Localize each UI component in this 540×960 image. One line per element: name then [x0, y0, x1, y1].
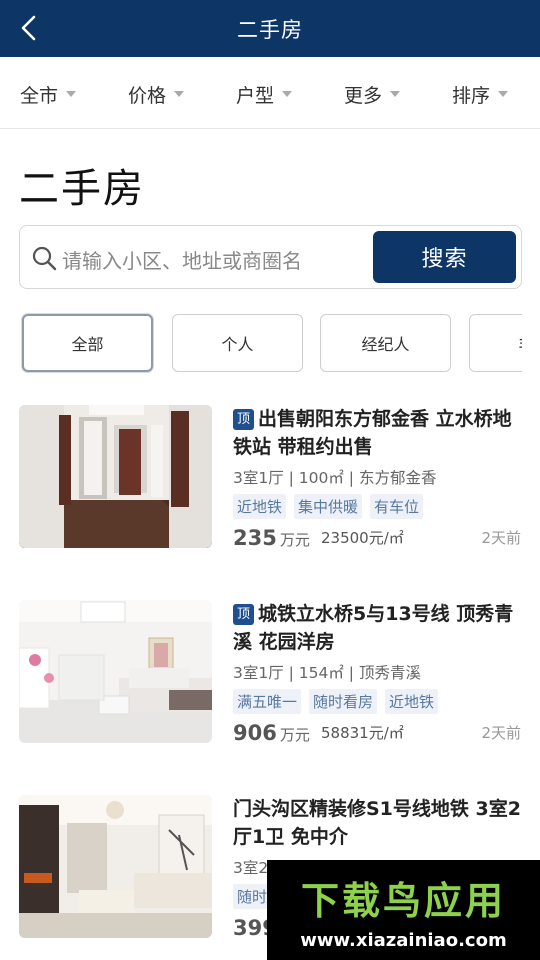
caret-down-icon [174, 91, 185, 97]
filter-label: 更多 [344, 84, 383, 107]
listing-unit-price: 58831元/㎡ [321, 724, 404, 742]
top-bar: 二手房 [0, 0, 540, 57]
top-badge: 顶 [233, 409, 254, 430]
listing-tag: 随时 [233, 884, 272, 909]
listing-price-row: 906 万元 58831元/㎡ 2天前 [233, 717, 521, 745]
filter-label: 排序 [452, 84, 491, 107]
listing-title-text: 城铁立水桥5与13号线 顶秀青溪 花园洋房 [233, 603, 514, 653]
caret-down-icon [498, 91, 509, 97]
listing-tag: 有车位 [370, 494, 424, 519]
chip-all[interactable]: 全部 [22, 314, 153, 372]
listing-title: 顶城铁立水桥5与13号线 顶秀青溪 花园洋房 [233, 600, 525, 656]
listing-price: 906 万元 [233, 721, 310, 745]
watermark-logo: 下载鸟应用 www.xiazainiao.com [267, 860, 540, 960]
filter-label: 全市 [20, 84, 59, 107]
listing-title-text: 出售朝阳东方郁金香 立水桥地铁站 带租约出售 [233, 408, 512, 458]
price-value: 235 [233, 526, 277, 550]
header-title: 二手房 [237, 18, 303, 42]
listing-title-text: 门头沟区精装修S1号线地铁 3室2厅1卫 免中介 [233, 798, 521, 848]
top-badge: 顶 [233, 604, 254, 625]
listing-tag: 随时看房 [309, 689, 378, 714]
caret-down-icon [390, 91, 401, 97]
search-input[interactable]: 请输入小区、地址或商圈名 [62, 245, 302, 274]
listing-unit-price: 23500元/㎡ [321, 529, 404, 547]
filter-price[interactable]: 价格 [128, 81, 185, 107]
listing-photo [19, 600, 212, 743]
listing-title: 顶出售朝阳东方郁金香 立水桥地铁站 带租约出售 [233, 405, 525, 461]
chip-agent[interactable]: 经纪人 [320, 314, 451, 372]
source-filter-chips: 全部 个人 经纪人 非中 [19, 312, 522, 374]
listing-price: 235 万元 [233, 526, 310, 550]
chip-non-agent[interactable]: 非中 [469, 314, 522, 372]
listing-tag: 集中供暖 [294, 494, 363, 519]
listing-price-row: 235 万元 23500元/㎡ 2天前 [233, 522, 521, 550]
price-value: 906 [233, 721, 277, 745]
filter-city[interactable]: 全市 [20, 81, 77, 107]
watermark-url: www.xiazainiao.com [300, 930, 507, 951]
listing-tags: 近地铁 集中供暖 有车位 [233, 494, 525, 519]
filter-sort[interactable]: 排序 [452, 81, 509, 107]
price-unit: 万元 [279, 531, 310, 549]
listing-tag: 近地铁 [233, 494, 287, 519]
listing-meta: 3室1厅 | 154㎡ | 顶秀青溪 [233, 664, 421, 682]
filter-label: 价格 [128, 84, 167, 107]
listing-tag: 近地铁 [385, 689, 439, 714]
listing-photo [19, 795, 212, 938]
listing-item[interactable]: 顶出售朝阳东方郁金香 立水桥地铁站 带租约出售 3室1厅 | 100㎡ | 东方… [19, 405, 522, 550]
filter-layout[interactable]: 户型 [236, 81, 293, 107]
listing-title: 门头沟区精装修S1号线地铁 3室2厅1卫 免中介 [233, 795, 525, 851]
caret-down-icon [66, 91, 77, 97]
listing-meta: 3室1厅 | 100㎡ | 东方郁金香 [233, 469, 437, 487]
listing-photo [19, 405, 212, 548]
chip-personal[interactable]: 个人 [172, 314, 303, 372]
filter-bar: 全市 价格 户型 更多 排序 [0, 57, 540, 129]
price-unit: 万元 [279, 726, 310, 744]
search-box: 请输入小区、地址或商圈名 搜索 [19, 225, 522, 289]
page-title: 二手房 [19, 166, 145, 212]
search-icon [32, 246, 57, 271]
watermark-text: 下载鸟应用 [300, 879, 506, 923]
listing-tags: 满五唯一 随时看房 近地铁 [233, 689, 525, 714]
search-button[interactable]: 搜索 [373, 231, 516, 283]
caret-down-icon [282, 91, 293, 97]
filter-more[interactable]: 更多 [344, 81, 401, 107]
listing-time: 2天前 [481, 724, 521, 742]
listing-item[interactable]: 顶城铁立水桥5与13号线 顶秀青溪 花园洋房 3室1厅 | 154㎡ | 顶秀青… [19, 600, 522, 745]
listing-time: 2天前 [481, 529, 521, 547]
filter-label: 户型 [236, 84, 275, 107]
listing-tag: 满五唯一 [233, 689, 302, 714]
